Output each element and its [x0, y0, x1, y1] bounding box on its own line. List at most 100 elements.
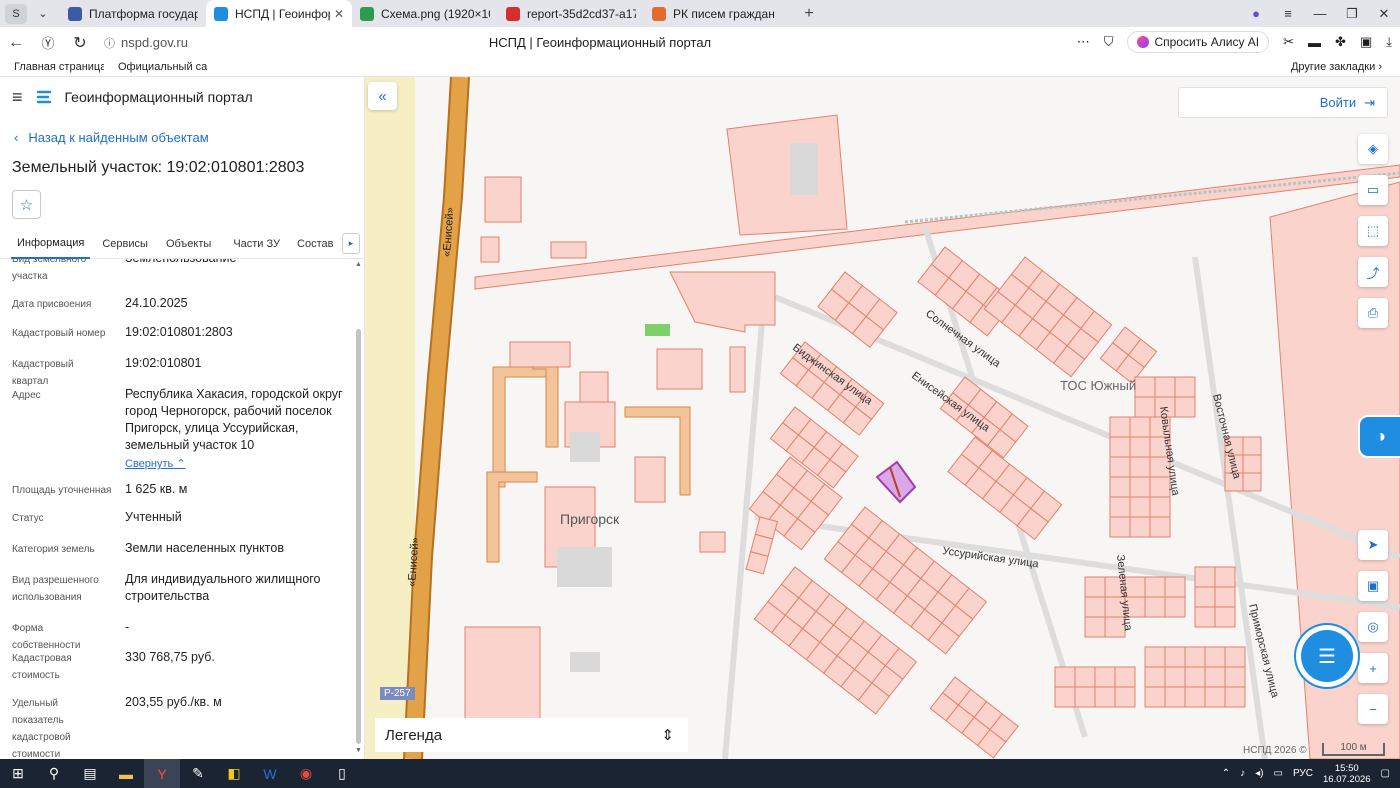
collapse-link[interactable]: Свернуть ⌃ — [125, 456, 351, 473]
ext2-icon[interactable]: ▬ — [1308, 35, 1321, 50]
parcel[interactable] — [1129, 456, 1151, 478]
parcel[interactable] — [1242, 436, 1262, 456]
parcel[interactable] — [1214, 566, 1236, 588]
pen-icon[interactable]: ✎ — [180, 759, 216, 788]
ruler-button[interactable]: ▭ — [1358, 175, 1388, 205]
notes-icon[interactable]: ◧ — [216, 759, 252, 788]
new-tab-button[interactable]: + — [798, 3, 820, 25]
parcel[interactable] — [1134, 376, 1156, 398]
volume-icon[interactable]: ◂) — [1255, 768, 1263, 779]
parcel[interactable] — [1094, 666, 1116, 688]
tab-services[interactable]: Сервисы — [96, 229, 154, 259]
parcel[interactable] — [1164, 596, 1186, 618]
parcel[interactable] — [1144, 666, 1166, 688]
maximize-button[interactable]: ❐ — [1336, 6, 1368, 22]
start-icon[interactable]: ⊞ — [0, 759, 36, 788]
chat-button[interactable]: ☰ — [1301, 630, 1353, 682]
parcel[interactable] — [1214, 606, 1236, 628]
parcel[interactable] — [1154, 376, 1176, 398]
zoom-in-button[interactable]: + — [1358, 653, 1388, 683]
parcel[interactable] — [1084, 596, 1106, 618]
language-indicator[interactable]: РУС — [1293, 768, 1313, 779]
login-button[interactable]: Войти ⇥ — [1178, 87, 1388, 118]
menu-icon[interactable]: ≡ — [1272, 6, 1304, 21]
parcel[interactable] — [1204, 666, 1226, 688]
tabs-next-button[interactable]: ▸ — [342, 233, 360, 254]
bookmark-icon[interactable]: ⛉ — [1104, 34, 1114, 50]
parcel[interactable] — [1164, 666, 1186, 688]
parcel[interactable] — [1174, 376, 1196, 398]
share-button[interactable]: ⤴ — [1358, 257, 1388, 287]
parcel[interactable] — [1224, 686, 1246, 708]
notifications-icon[interactable]: ▢ — [1381, 768, 1390, 779]
parcel[interactable] — [1194, 606, 1216, 628]
alice-button[interactable]: Спросить Алису AI — [1127, 31, 1270, 53]
map-canvas[interactable]: «Енисей» «Енисей» Пригорск ТОС Южный Сол… — [365, 77, 1400, 759]
other-bookmarks[interactable]: Другие закладки › — [1291, 61, 1382, 73]
geolocation-button[interactable]: ◎ — [1358, 612, 1388, 642]
parcel[interactable] — [1224, 666, 1246, 688]
parcel[interactable] — [1129, 416, 1151, 438]
menu-icon[interactable]: ≡ — [12, 87, 23, 108]
extension-icon[interactable]: ● — [1240, 6, 1272, 21]
parcel[interactable] — [1129, 496, 1151, 518]
map-view[interactable]: «Енисей» «Енисей» Пригорск ТОС Южный Сол… — [365, 77, 1400, 759]
tab-info[interactable]: Информация — [11, 229, 91, 259]
mic-icon[interactable]: ♪ — [1240, 768, 1245, 779]
parcel[interactable] — [1109, 436, 1131, 458]
minimize-button[interactable]: — — [1304, 6, 1336, 21]
parcel[interactable] — [1214, 586, 1236, 608]
bookmark-home[interactable]: Главная страница — [10, 61, 104, 73]
download-icon[interactable]: ⤓ — [1386, 34, 1392, 50]
collapse-panel-button[interactable]: « — [368, 82, 397, 110]
clock[interactable]: 15:50 16.07.2026 — [1323, 763, 1371, 785]
parcel[interactable] — [745, 551, 769, 575]
parcel[interactable] — [1129, 516, 1151, 538]
extensions-icon[interactable]: ✤ — [1335, 34, 1346, 50]
parcel[interactable] — [1149, 476, 1171, 498]
parcel[interactable] — [1164, 686, 1186, 708]
parcel[interactable] — [1084, 616, 1106, 638]
legend-button[interactable]: Легенда ⇕ — [375, 718, 688, 752]
parcel[interactable] — [1054, 686, 1076, 708]
parcel[interactable] — [1184, 686, 1206, 708]
parcel[interactable] — [1149, 516, 1171, 538]
print-button[interactable]: ⎙ — [1358, 298, 1388, 328]
parcel[interactable] — [1194, 586, 1216, 608]
parcel[interactable] — [1204, 686, 1226, 708]
document-icon[interactable]: ▯ — [324, 759, 360, 788]
scroll-thumb[interactable] — [356, 329, 361, 744]
browser-tab[interactable]: Платформа государственных — [60, 0, 206, 27]
word-icon[interactable]: W — [252, 759, 288, 788]
back-link[interactable]: ‹ Назад к найденным объектам — [14, 130, 209, 145]
yandex-browser-icon[interactable]: Y — [144, 759, 180, 788]
search-icon[interactable]: ⚲ — [36, 759, 72, 788]
parcel[interactable] — [1144, 686, 1166, 708]
browser-tab[interactable]: Схема.png (1920×1080) — [352, 0, 498, 27]
tab-composition[interactable]: Состав — [291, 229, 339, 259]
more-icon[interactable]: ⋯ — [1077, 34, 1090, 50]
parcel[interactable] — [1174, 396, 1196, 418]
parcel[interactable] — [1109, 416, 1131, 438]
parcel[interactable] — [1149, 496, 1171, 518]
parcel[interactable] — [1114, 686, 1136, 708]
tray-chevron-icon[interactable]: ⌃ — [1222, 768, 1230, 779]
parcel[interactable] — [1144, 596, 1166, 618]
parcel[interactable] — [1184, 646, 1206, 668]
profile-icon[interactable]: S — [5, 3, 27, 24]
parcel[interactable] — [1224, 646, 1246, 668]
network-icon[interactable]: ▭ — [1274, 768, 1283, 779]
parcel[interactable] — [1109, 476, 1131, 498]
parcel[interactable] — [1129, 436, 1151, 458]
parcel[interactable] — [1074, 666, 1096, 688]
ext1-icon[interactable]: ✂ — [1283, 34, 1294, 50]
tab-parts[interactable]: Части ЗУ — [227, 229, 286, 259]
locate-button[interactable]: ➤ — [1358, 530, 1388, 560]
parcel[interactable] — [1094, 686, 1116, 708]
layers-button[interactable]: ◈ — [1358, 134, 1388, 164]
close-window-button[interactable]: ✕ — [1368, 6, 1400, 22]
collections-icon[interactable]: ▣ — [1360, 34, 1372, 50]
basemap-button[interactable]: ▣ — [1358, 571, 1388, 601]
tab-close-icon[interactable]: ✕ — [334, 7, 344, 21]
chrome-icon[interactable]: ◉ — [288, 759, 324, 788]
